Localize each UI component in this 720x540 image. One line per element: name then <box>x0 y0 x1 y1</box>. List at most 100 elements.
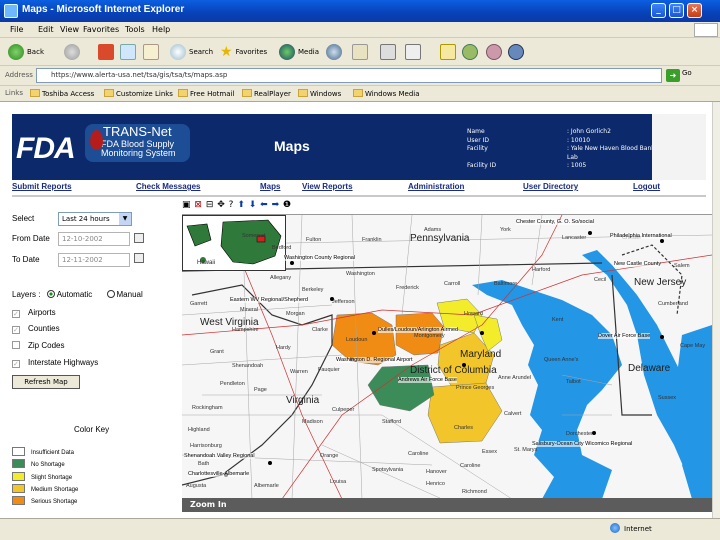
go-button[interactable]: Go <box>682 69 692 77</box>
menu-view[interactable]: View <box>60 25 79 34</box>
discuss-button[interactable] <box>440 42 456 62</box>
user-info-row: Facility: Yale New Haven Blood Bank <box>467 145 655 154</box>
zoom-out-tool-icon[interactable]: ⊟ <box>206 200 214 210</box>
nav-logout[interactable]: Logout <box>633 182 660 191</box>
tool-extra-button[interactable] <box>508 42 524 62</box>
checkbox-icon[interactable] <box>12 341 20 349</box>
home-icon <box>143 44 159 60</box>
link-item-2[interactable]: Free Hotmail <box>178 89 234 98</box>
forward-button[interactable] <box>64 42 80 62</box>
time-range-select[interactable]: Last 24 hours ▼ <box>58 212 132 226</box>
refresh-button[interactable] <box>120 42 136 62</box>
to-date-field[interactable]: 12-11-2002 <box>58 253 130 267</box>
menu-edit[interactable]: Edit <box>38 25 54 34</box>
calendar-icon[interactable] <box>134 233 144 243</box>
minimize-button[interactable]: _ <box>651 3 666 18</box>
checkbox-icon[interactable]: ✓ <box>12 360 20 368</box>
nav-view-reports[interactable]: View Reports <box>302 182 353 191</box>
mail-button[interactable] <box>352 42 368 62</box>
map-canvas[interactable]: Hawaii Pennsylvania West Virginia Virgin… <box>182 214 712 498</box>
menu-help[interactable]: Help <box>152 25 170 34</box>
link-item-3[interactable]: RealPlayer <box>242 89 291 98</box>
layer-counties[interactable]: ✓ Counties <box>12 324 60 334</box>
link-item-5[interactable]: Windows Media <box>353 89 420 98</box>
airport-marker <box>268 461 272 465</box>
manual-radio[interactable]: Manual <box>106 290 143 299</box>
favorites-button[interactable]: ★ Favorites <box>220 42 267 62</box>
home-button[interactable] <box>143 42 159 62</box>
media-button[interactable]: Media <box>279 42 319 62</box>
messenger-button[interactable] <box>462 42 478 62</box>
layer-interstate-highways[interactable]: ✓ Interstate Highways <box>12 358 98 368</box>
layer-zip-codes[interactable]: Zip Codes <box>12 341 64 350</box>
layer-label: Airports <box>28 308 56 317</box>
pan-up-icon[interactable]: ⬆ <box>237 200 245 210</box>
vertical-scrollbar[interactable] <box>712 102 720 518</box>
airport-marker <box>660 239 664 243</box>
from-date-field[interactable]: 12-10-2002 <box>58 232 130 246</box>
map-info-icon[interactable]: ❶ <box>283 200 291 210</box>
info-tool-icon[interactable]: ? <box>229 200 234 210</box>
edit-button[interactable] <box>405 42 421 62</box>
nav-maps[interactable]: Maps <box>260 182 280 191</box>
back-button[interactable]: Back <box>8 42 44 62</box>
history-icon <box>326 44 342 60</box>
print-button[interactable] <box>380 42 396 62</box>
pan-down-icon[interactable]: ⬇ <box>249 200 257 210</box>
county-label: Page <box>254 387 267 393</box>
close-button[interactable]: × <box>687 3 702 18</box>
menu-tools[interactable]: Tools <box>125 25 145 34</box>
menu-file[interactable]: File <box>10 25 23 34</box>
link-item-4[interactable]: Windows <box>298 89 341 98</box>
history-button[interactable] <box>326 42 342 62</box>
nav-check-messages[interactable]: Check Messages <box>136 182 200 191</box>
automatic-radio[interactable]: Automatic <box>46 290 93 299</box>
search-button[interactable]: Search <box>170 42 213 62</box>
pan-tool-icon[interactable]: ✥ <box>217 200 225 210</box>
county-label: Rockingham <box>192 405 223 411</box>
calendar-icon[interactable] <box>134 253 144 263</box>
nav-submit-reports[interactable]: Submit Reports <box>12 182 72 191</box>
county-label: Talbot <box>566 379 581 385</box>
refresh-map-button[interactable]: Refresh Map <box>12 375 80 389</box>
airport-label: Dover Air Force Base <box>598 333 651 339</box>
county-label: Cecil <box>594 277 607 283</box>
airport-marker <box>480 331 484 335</box>
county-label: Essex <box>482 449 497 455</box>
research-button[interactable] <box>486 42 502 62</box>
address-input[interactable]: https://www.alerta-usa.net/tsa/gis/tsa/t… <box>36 68 662 83</box>
header-banner: FDA TRANS-Net FDA Blood Supply Monitorin… <box>12 114 706 180</box>
checkbox-icon[interactable]: ✓ <box>12 310 20 318</box>
chevron-down-icon[interactable]: ▼ <box>119 213 131 225</box>
fda-logo: FDA <box>16 132 76 165</box>
zoom-in-tool-icon[interactable]: ▣ <box>182 200 191 210</box>
automatic-label: Automatic <box>56 290 93 299</box>
link-label: Customize Links <box>116 90 173 98</box>
menu-favorites[interactable]: Favorites <box>83 25 119 34</box>
pan-left-icon[interactable]: ⬅ <box>260 200 268 210</box>
link-item-1[interactable]: Customize Links <box>104 89 173 98</box>
overview-inset[interactable]: Hawaii <box>182 215 286 271</box>
forward-arrow-icon <box>64 44 80 60</box>
county-label: Carroll <box>444 281 461 287</box>
maximize-button[interactable]: □ <box>669 3 684 18</box>
link-item-0[interactable]: Toshiba Access <box>30 89 94 98</box>
nav-user-directory[interactable]: User Directory <box>523 182 578 191</box>
pan-right-icon[interactable]: ➡ <box>272 200 280 210</box>
layer-airports[interactable]: ✓ Airports <box>12 308 56 318</box>
radio-icon <box>106 290 115 298</box>
blood-drop-icon <box>90 130 103 150</box>
checkbox-icon[interactable]: ✓ <box>12 326 20 334</box>
user-info-key: Facility <box>467 145 488 152</box>
link-label: Free Hotmail <box>190 90 235 98</box>
address-label: Address <box>5 71 33 79</box>
star-icon: ★ <box>220 44 233 60</box>
go-arrow-icon[interactable]: ➜ <box>666 69 680 82</box>
zoom-box-tool-icon[interactable]: ⊠ <box>194 200 202 210</box>
nav-administration[interactable]: Administration <box>408 182 464 191</box>
county-label: Somerset <box>242 233 266 239</box>
state-label: Pennsylvania <box>410 233 470 244</box>
stop-button[interactable] <box>98 42 114 62</box>
county-label: Prince Georges <box>456 385 495 391</box>
color-key-label: Serious Shortage <box>31 499 78 505</box>
